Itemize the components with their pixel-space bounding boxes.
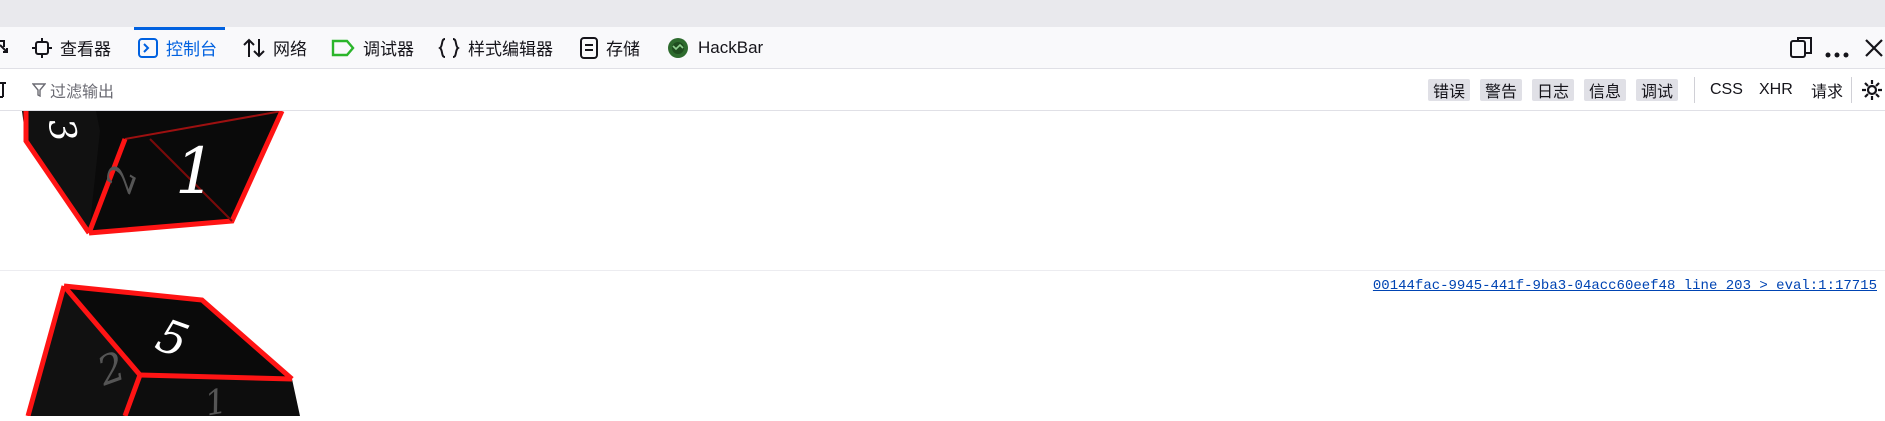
- dice-image: 5 2 1: [25, 283, 300, 421]
- filter-xhr-button[interactable]: XHR: [1759, 79, 1793, 101]
- debugger-icon: [331, 39, 355, 56]
- console-message-image: 1 2 3: [0, 109, 300, 246]
- close-icon[interactable]: [1864, 38, 1884, 63]
- inspector-icon: [32, 37, 52, 58]
- tab-label: 存储: [606, 40, 640, 59]
- tab-label: 调试器: [363, 40, 414, 59]
- tab-hackbar[interactable]: HackBar: [666, 27, 763, 68]
- filter-debug-button[interactable]: 调试: [1636, 79, 1679, 101]
- element-picker-icon[interactable]: [0, 39, 8, 62]
- filter-placeholder: 过滤输出: [50, 83, 115, 101]
- filter-css-button[interactable]: CSS: [1710, 79, 1743, 101]
- tab-console[interactable]: 控制台: [134, 27, 225, 68]
- tab-label: 查看器: [60, 40, 111, 59]
- filter-logs-button[interactable]: 日志: [1532, 79, 1575, 101]
- network-icon: [243, 38, 265, 57]
- tab-label: 网络: [273, 40, 307, 59]
- tab-debugger[interactable]: 调试器: [331, 27, 414, 68]
- dice-image: 1 2 3: [22, 109, 285, 236]
- more-options-icon[interactable]: [1825, 45, 1849, 63]
- filter-warnings-button[interactable]: 警告: [1480, 79, 1523, 101]
- hackbar-icon: [668, 37, 688, 58]
- message-source-link[interactable]: 00144fac-9945-441f-9ba3-04acc60eef48 lin…: [1373, 278, 1877, 294]
- tab-storage[interactable]: 存储: [580, 27, 640, 68]
- tab-label: HackBar: [698, 37, 764, 57]
- trash-icon[interactable]: [0, 81, 6, 104]
- window-top-strip: [0, 0, 1885, 28]
- tab-label: 控制台: [166, 40, 217, 59]
- filter-info-button[interactable]: 信息: [1584, 79, 1627, 101]
- filter-separator: [1694, 77, 1695, 103]
- filter-errors-button[interactable]: 错误: [1428, 79, 1471, 101]
- tab-inspector[interactable]: 查看器: [32, 27, 111, 68]
- style-editor-icon: [438, 37, 460, 58]
- filter-icon: [32, 82, 46, 97]
- filter-input[interactable]: 过滤输出: [32, 69, 532, 110]
- storage-icon: [580, 36, 598, 59]
- console-message-image: 5 2 1: [0, 283, 310, 421]
- console-filter-bar: 过滤输出 错误 警告 日志 信息 调试 CSS XHR 请求: [0, 69, 1885, 111]
- settings-gear-icon[interactable]: [1861, 79, 1883, 106]
- console-message-divider: [0, 270, 1885, 271]
- tab-network[interactable]: 网络: [243, 27, 307, 68]
- filter-separator: [1851, 77, 1852, 103]
- dice-face-number: 1: [175, 135, 216, 209]
- filter-requests-button[interactable]: 请求: [1811, 79, 1843, 101]
- devtools-toolbar: 查看器 控制台 网络 调试器 样式编辑器 存储 HackBar: [0, 27, 1885, 69]
- console-icon: [138, 37, 158, 58]
- tab-label: 样式编辑器: [468, 40, 553, 59]
- tab-style-editor[interactable]: 样式编辑器: [438, 27, 553, 68]
- dock-toggle-icon[interactable]: [1790, 37, 1812, 64]
